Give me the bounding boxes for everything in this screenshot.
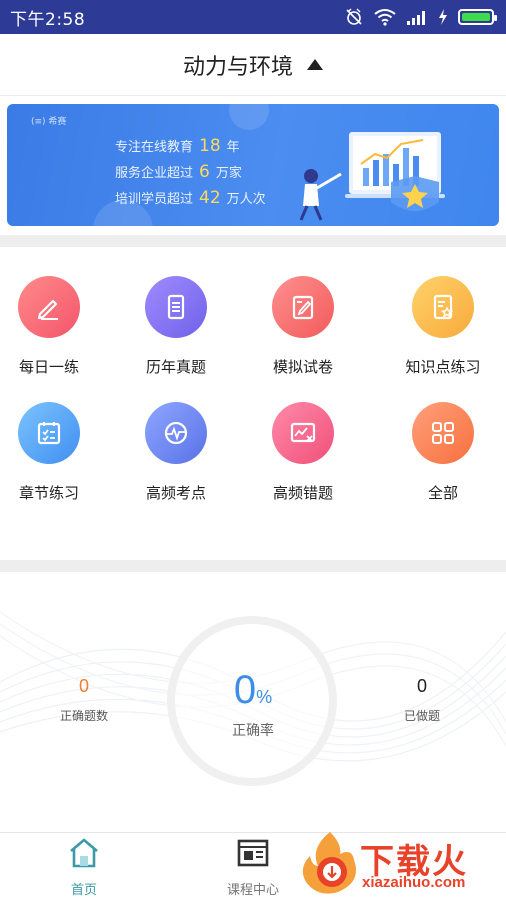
subject-selector[interactable]: 动力与环境 xyxy=(0,34,506,96)
feature-chapter-practice[interactable]: 章节练习 xyxy=(0,402,109,503)
knowledge-icon[interactable] xyxy=(412,276,474,338)
correct-count-value: 0 xyxy=(78,676,89,696)
done-count-label: 已做题 xyxy=(403,709,440,723)
watermark-url: xiazaihuo.com xyxy=(362,874,466,891)
banner-line-prefix: 培训学员超过 xyxy=(115,192,194,207)
banner-line: 服务企业超过 6 万家 xyxy=(115,160,266,186)
feature-all[interactable]: 全部 xyxy=(383,402,503,503)
done-count-value: 0 xyxy=(416,676,427,696)
nav-home[interactable]: 首页 xyxy=(34,837,134,898)
status-icons xyxy=(344,7,497,27)
status-bar: 下午2:58 xyxy=(0,0,506,34)
feature-label[interactable]: 高频错题 xyxy=(243,482,363,503)
feature-label[interactable]: 历年真题 xyxy=(116,356,236,377)
stats-panel: 0% 正确率 0 正确题数 0 已做题 xyxy=(0,572,506,828)
feature-hot-points[interactable]: 高频考点 xyxy=(116,402,236,503)
banner-illustration xyxy=(299,132,445,221)
document-icon[interactable] xyxy=(145,276,207,338)
pulse-icon[interactable] xyxy=(145,402,207,464)
banner-line-number: 42 xyxy=(199,188,221,208)
status-time: 下午2:58 xyxy=(10,9,86,30)
feature-label[interactable]: 章节练习 xyxy=(0,482,109,503)
error-chart-icon[interactable] xyxy=(272,402,334,464)
accuracy-unit: % xyxy=(256,687,273,707)
banner-line: 培训学员超过 42 万人次 xyxy=(115,186,266,212)
accuracy-number: 0 xyxy=(233,668,257,712)
banner-line-number: 6 xyxy=(199,162,210,182)
subject-title[interactable]: 动力与环境 xyxy=(183,49,293,81)
correct-count-stat: 0 正确题数 xyxy=(24,676,144,724)
checklist-icon[interactable] xyxy=(18,402,80,464)
feature-label[interactable]: 知识点练习 xyxy=(383,356,503,377)
pencil-icon[interactable] xyxy=(18,276,80,338)
banner-line-suffix: 万人次 xyxy=(226,192,266,207)
signal-icon xyxy=(407,11,425,25)
banner-line-number: 18 xyxy=(199,136,221,156)
feature-daily-practice[interactable]: 每日一练 xyxy=(0,276,109,377)
banner-logo: (≡) 希赛 xyxy=(31,117,67,127)
nav-course-label[interactable]: 课程中心 xyxy=(203,879,303,898)
alarm-off-icon xyxy=(346,8,362,25)
feature-label[interactable]: 模拟试卷 xyxy=(243,356,363,377)
feature-label[interactable]: 每日一练 xyxy=(0,356,109,377)
wifi-icon xyxy=(374,9,396,26)
section-divider xyxy=(0,235,506,247)
feature-label[interactable]: 高频考点 xyxy=(116,482,236,503)
feature-mock-exam[interactable]: 模拟试卷 xyxy=(243,276,363,377)
banner-line: 专注在线教育 18 年 xyxy=(115,134,266,160)
feature-frequent-errors[interactable]: 高频错题 xyxy=(243,402,363,503)
correct-count-label: 正确题数 xyxy=(59,709,108,723)
banner-text: 专注在线教育 18 年 服务企业超过 6 万家 培训学员超过 42 万人次 xyxy=(115,134,266,212)
feature-past-exams[interactable]: 历年真题 xyxy=(116,276,236,377)
battery-icon xyxy=(458,9,497,25)
section-divider xyxy=(0,560,506,572)
course-icon[interactable] xyxy=(236,837,270,869)
banner-line-suffix: 万家 xyxy=(215,166,242,181)
home-icon[interactable] xyxy=(67,837,101,869)
promo-banner[interactable]: (≡) 希赛 专注在线教育 18 年 服务企业超过 6 万家 培训学员超过 42… xyxy=(7,104,499,226)
feature-label[interactable]: 全部 xyxy=(383,482,503,503)
grid-icon[interactable] xyxy=(412,402,474,464)
done-count-stat: 0 已做题 xyxy=(362,676,482,724)
banner-line-suffix: 年 xyxy=(226,140,240,155)
watermark-logo: 下载火 xiazaihuo.com xyxy=(296,830,502,896)
banner-line-prefix: 服务企业超过 xyxy=(115,166,194,181)
nav-home-label[interactable]: 首页 xyxy=(34,879,134,898)
flame-icon xyxy=(302,832,356,894)
feature-knowledge-practice[interactable]: 知识点练习 xyxy=(383,276,503,377)
charging-icon xyxy=(439,9,447,25)
banner-bubble xyxy=(229,104,269,130)
caret-up-icon[interactable] xyxy=(307,59,323,70)
banner-line-prefix: 专注在线教育 xyxy=(115,140,194,155)
nav-course-center[interactable]: 课程中心 xyxy=(203,837,303,898)
edit-paper-icon[interactable] xyxy=(272,276,334,338)
